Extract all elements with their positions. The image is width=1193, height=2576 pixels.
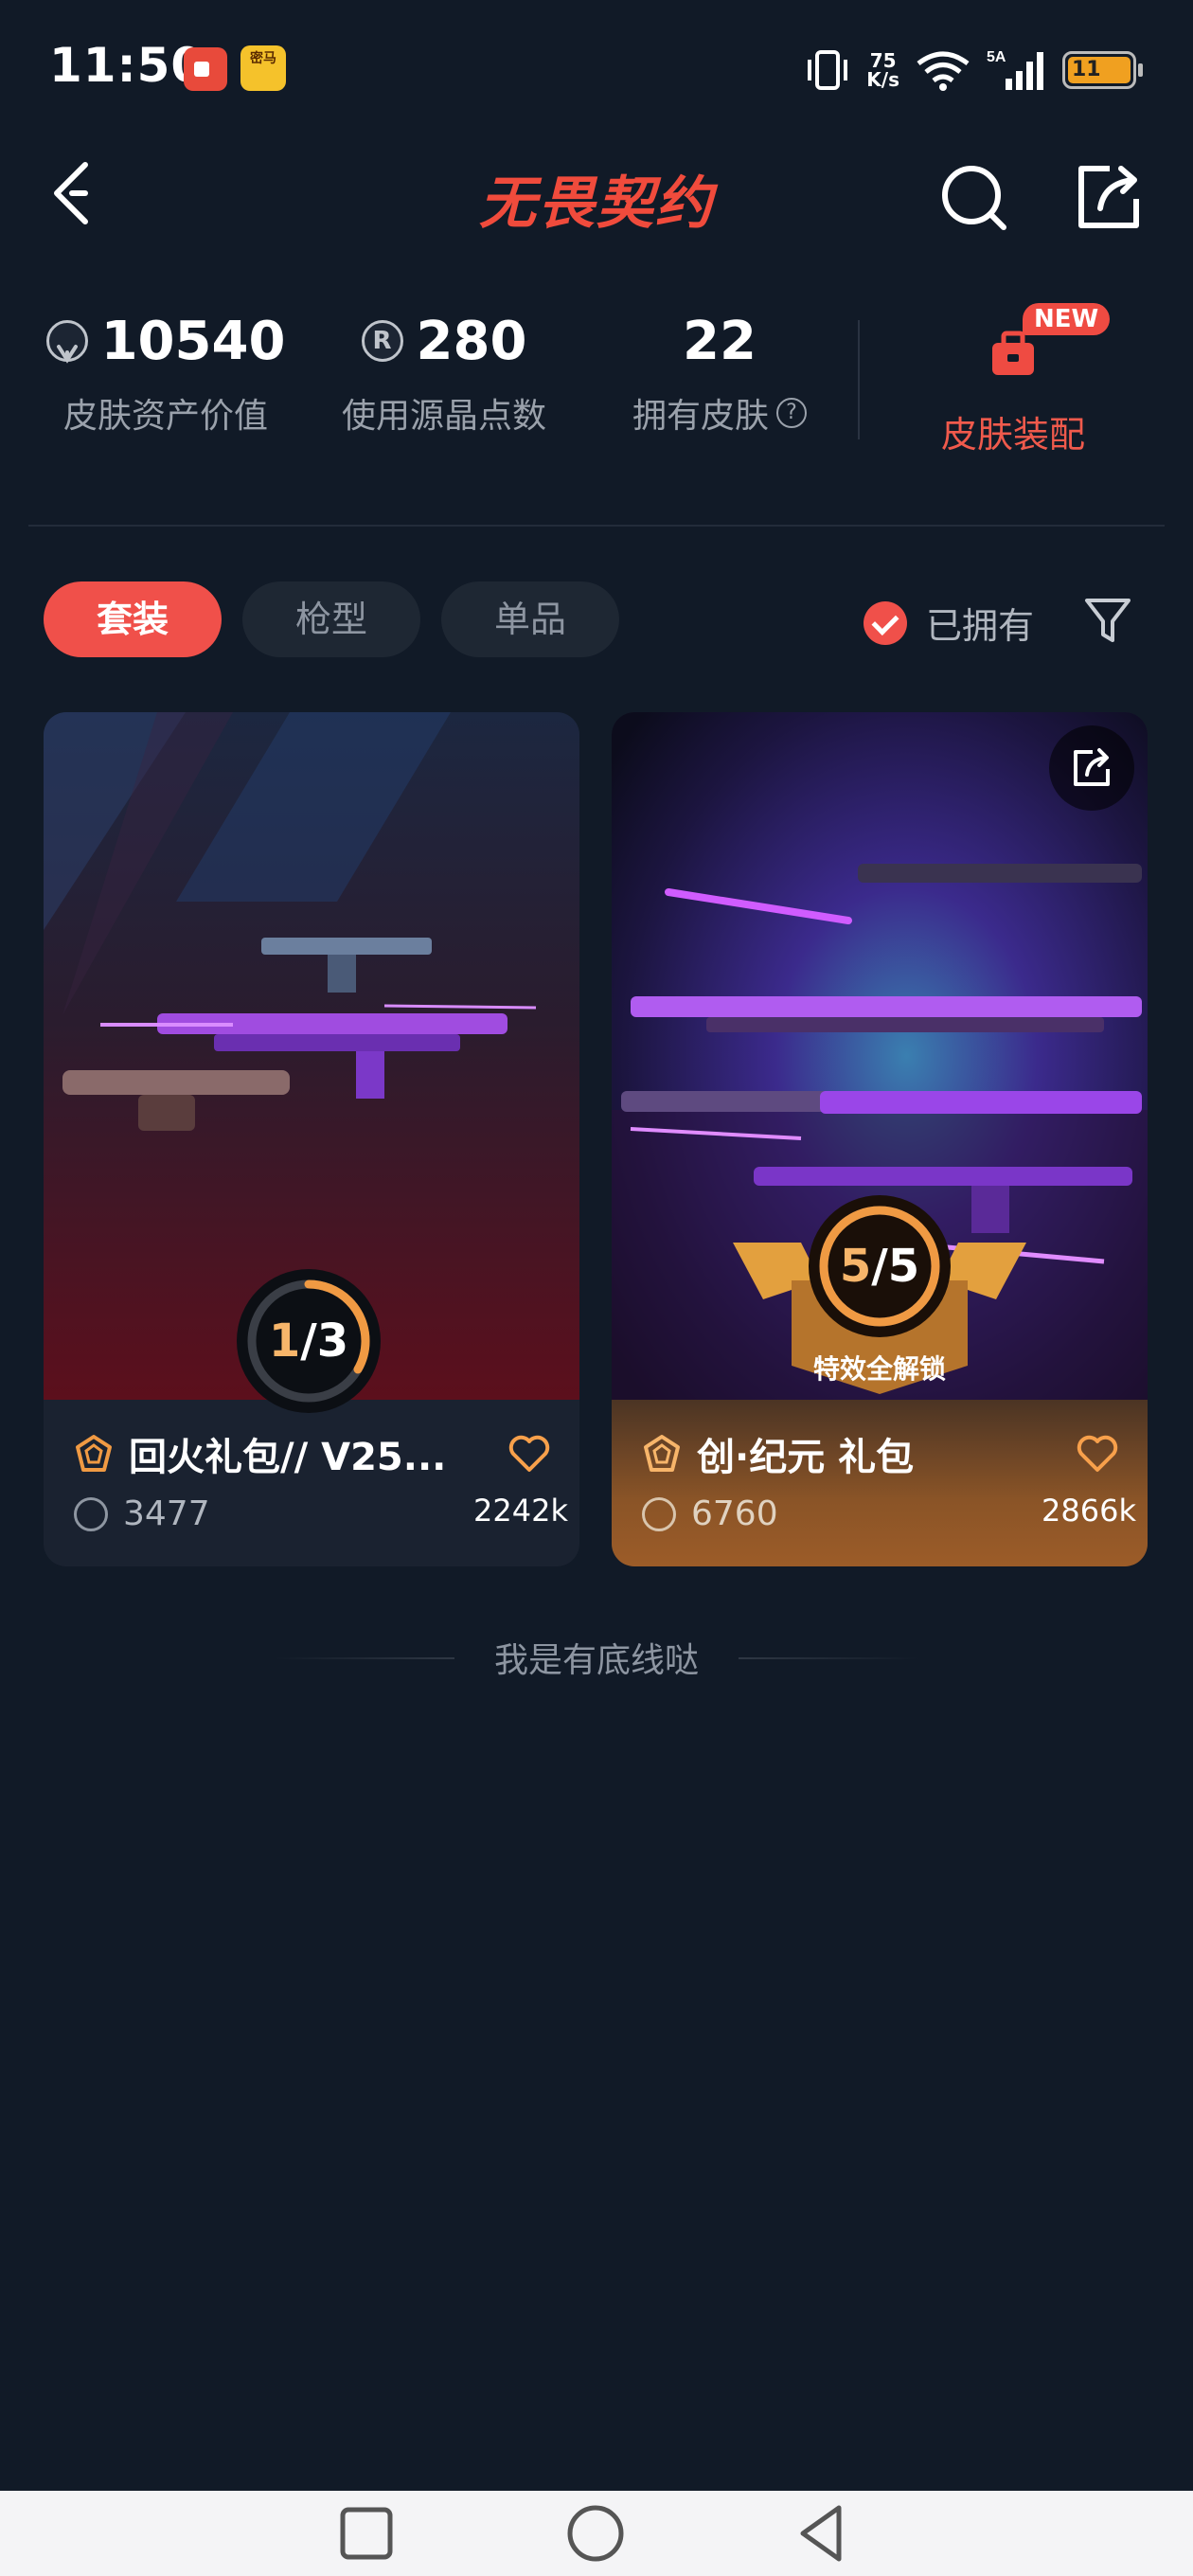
stat-crystal: R 280 使用源晶点数 bbox=[335, 303, 553, 438]
bundle-info: 回火礼包// V25... 3477 2242k bbox=[44, 1400, 579, 1566]
filter-icon[interactable] bbox=[1081, 591, 1134, 648]
radianite-icon: R bbox=[361, 320, 403, 362]
net-speed-indicator: 75 K/s bbox=[866, 51, 899, 89]
stats-divider bbox=[858, 320, 860, 439]
share-button[interactable] bbox=[1070, 159, 1146, 235]
share-icon bbox=[1074, 748, 1110, 786]
bundle-price: 3477 bbox=[123, 1494, 210, 1533]
skins-value: 22 bbox=[683, 310, 757, 372]
cellular-signal-icon: 5A bbox=[987, 49, 1043, 90]
end-of-list-text: 我是有底线哒 bbox=[454, 1633, 739, 1682]
bundle-name: 创·纪元 礼包 bbox=[697, 1436, 915, 1479]
search-button[interactable] bbox=[937, 159, 1013, 235]
vibrate-icon bbox=[808, 50, 848, 90]
new-badge: NEW bbox=[1023, 303, 1111, 335]
status-time: 11:50 bbox=[49, 38, 205, 93]
vp-coin-icon bbox=[642, 1496, 676, 1531]
status-bar: 11:50 密马 75 K/s 5A 11 bbox=[0, 0, 1193, 133]
home-button[interactable] bbox=[564, 2502, 627, 2565]
bundle-card[interactable]: 5/5 特效全解锁 创·纪元 礼包 6760 2866k bbox=[612, 712, 1148, 1566]
net-speed-unit: K/s bbox=[866, 68, 899, 91]
asset-label: 皮肤资产价值 bbox=[62, 397, 268, 436]
bundle-info: 创·纪元 礼包 6760 2866k bbox=[612, 1400, 1148, 1566]
progress-current: 1 bbox=[268, 1315, 301, 1368]
bundle-price: 6760 bbox=[691, 1494, 778, 1533]
bundle-tier-icon bbox=[76, 1435, 112, 1472]
progress-current: 5 bbox=[839, 1240, 872, 1293]
tab-bundle[interactable]: 套装 bbox=[44, 581, 222, 657]
bundle-name: 回火礼包// V25... bbox=[129, 1436, 447, 1479]
bundle-tier-icon bbox=[644, 1435, 680, 1472]
battery-icon: 11 bbox=[1062, 51, 1143, 89]
stat-owned-skins[interactable]: 22 拥有皮肤 ? bbox=[625, 303, 814, 438]
owned-label: 已拥有 bbox=[926, 605, 1035, 647]
tab-single-item[interactable]: 单品 bbox=[441, 581, 619, 657]
collection-progress: 5/5 bbox=[839, 1240, 920, 1293]
collection-progress: 1/3 bbox=[268, 1315, 349, 1368]
category-tabs: 套装 枪型 单品 bbox=[44, 581, 619, 657]
app-title: 无畏契约 bbox=[479, 170, 714, 237]
recent-apps-button[interactable] bbox=[335, 2502, 398, 2565]
bundle-card[interactable]: 1/3 回火礼包// V25... 3477 2242k bbox=[44, 712, 579, 1566]
favorite-heart-icon[interactable] bbox=[507, 1434, 551, 1474]
unlock-badge-label: 特效全解锁 bbox=[812, 1353, 946, 1385]
bundle-favorite-count: 2866k bbox=[1042, 1493, 1136, 1529]
vp-coin-icon bbox=[45, 320, 88, 364]
equip-label: 皮肤装配 bbox=[940, 414, 1085, 456]
back-nav-button[interactable] bbox=[792, 2502, 854, 2565]
section-divider bbox=[28, 525, 1165, 527]
owned-filter-toggle[interactable]: 已拥有 bbox=[864, 597, 1034, 649]
bundle-favorite-count: 2242k bbox=[473, 1493, 568, 1529]
net-speed-value: 75 bbox=[869, 49, 897, 72]
help-icon[interactable]: ? bbox=[776, 398, 807, 428]
asset-value: 10540 bbox=[100, 310, 286, 372]
system-nav-bar bbox=[0, 2491, 1193, 2576]
progress-total: 3 bbox=[316, 1315, 349, 1368]
battery-level: 11 bbox=[1068, 57, 1131, 83]
stat-asset-value: 10540 皮肤资产价值 bbox=[45, 303, 285, 438]
tab-weapon-type[interactable]: 枪型 bbox=[242, 581, 420, 657]
svg-text:5A: 5A bbox=[987, 49, 1006, 65]
wifi-icon bbox=[917, 51, 970, 91]
skin-equip-button[interactable]: NEW 皮肤装配 bbox=[899, 303, 1127, 457]
crystal-value: 280 bbox=[416, 310, 527, 372]
progress-total: 5 bbox=[887, 1240, 920, 1293]
vp-coin-icon bbox=[74, 1496, 108, 1531]
system-icons: 75 K/s 5A 11 bbox=[804, 42, 1143, 98]
favorite-heart-icon[interactable] bbox=[1076, 1434, 1119, 1474]
owned-checkbox[interactable] bbox=[864, 600, 907, 645]
page: 11:50 密马 75 K/s 5A 11 无畏契约 10540 皮肤资产价值 … bbox=[0, 0, 1193, 2576]
game-notification-icon: 密马 bbox=[240, 45, 286, 91]
card-share-button[interactable] bbox=[1049, 725, 1134, 811]
screen-record-icon bbox=[184, 47, 227, 91]
skins-label: 拥有皮肤 bbox=[632, 397, 769, 436]
crystal-label: 使用源晶点数 bbox=[341, 397, 546, 436]
